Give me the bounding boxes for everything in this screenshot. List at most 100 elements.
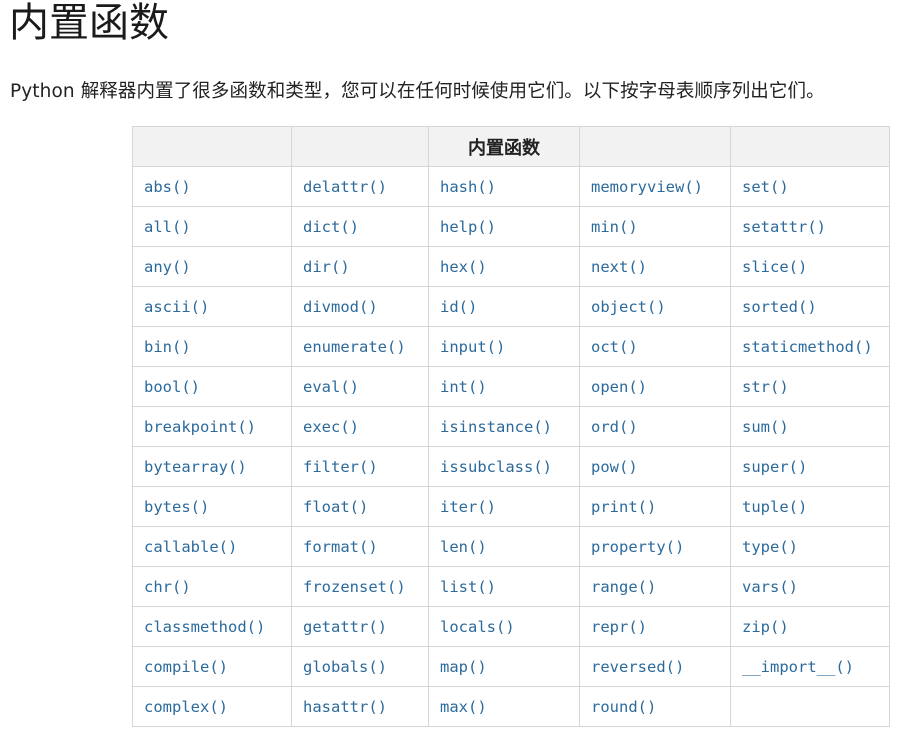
function-link-frozenset[interactable]: frozenset() — [303, 578, 406, 596]
function-link-map[interactable]: map() — [440, 658, 487, 676]
table-cell: float() — [291, 486, 429, 527]
table-cell: reversed() — [579, 646, 731, 687]
table-cell: repr() — [579, 606, 731, 647]
table-cell: breakpoint() — [132, 406, 292, 447]
function-link-abs[interactable]: abs() — [144, 178, 191, 196]
function-link-setattr[interactable]: setattr() — [742, 218, 826, 236]
table-row: all() dict() help() min() setattr() — [132, 206, 890, 247]
function-link-min[interactable]: min() — [591, 218, 638, 236]
function-link-pow[interactable]: pow() — [591, 458, 638, 476]
function-link-iter[interactable]: iter() — [440, 498, 496, 516]
table-cell: super() — [730, 446, 890, 487]
function-link-staticmethod[interactable]: staticmethod() — [742, 338, 873, 356]
function-link-all[interactable]: all() — [144, 218, 191, 236]
function-link-classmethod[interactable]: classmethod() — [144, 618, 265, 636]
function-link-memoryview[interactable]: memoryview() — [591, 178, 703, 196]
function-link-exec[interactable]: exec() — [303, 418, 359, 436]
function-link-bytes[interactable]: bytes() — [144, 498, 209, 516]
function-link-input[interactable]: input() — [440, 338, 505, 356]
function-link-str[interactable]: str() — [742, 378, 789, 396]
function-link-help[interactable]: help() — [440, 218, 496, 236]
table-cell: print() — [579, 486, 731, 527]
table-cell: classmethod() — [132, 606, 292, 647]
function-link-locals[interactable]: locals() — [440, 618, 515, 636]
function-link-complex[interactable]: complex() — [144, 698, 228, 716]
function-link-chr[interactable]: chr() — [144, 578, 191, 596]
function-link-vars[interactable]: vars() — [742, 578, 798, 596]
table-cell: sum() — [730, 406, 890, 447]
function-link-any[interactable]: any() — [144, 258, 191, 276]
function-link-hash[interactable]: hash() — [440, 178, 496, 196]
table-cell: memoryview() — [579, 166, 731, 207]
function-link-getattr[interactable]: getattr() — [303, 618, 387, 636]
function-link-format[interactable]: format() — [303, 538, 378, 556]
table-cell: bytearray() — [132, 446, 292, 487]
function-link-len[interactable]: len() — [440, 538, 487, 556]
function-link-breakpoint[interactable]: breakpoint() — [144, 418, 256, 436]
function-link-isinstance[interactable]: isinstance() — [440, 418, 552, 436]
function-link-sum[interactable]: sum() — [742, 418, 789, 436]
function-link-eval[interactable]: eval() — [303, 378, 359, 396]
function-link-enumerate[interactable]: enumerate() — [303, 338, 406, 356]
table-cell: hex() — [428, 246, 580, 287]
table-cell: dir() — [291, 246, 429, 287]
function-link-ord[interactable]: ord() — [591, 418, 638, 436]
function-link-float[interactable]: float() — [303, 498, 368, 516]
table-cell: bool() — [132, 366, 292, 407]
function-link-object[interactable]: object() — [591, 298, 666, 316]
function-link-bytearray[interactable]: bytearray() — [144, 458, 247, 476]
function-link-bin[interactable]: bin() — [144, 338, 191, 356]
function-link-import[interactable]: __import__() — [742, 658, 854, 676]
table-cell: filter() — [291, 446, 429, 487]
table-cell: staticmethod() — [730, 326, 890, 367]
function-link-compile[interactable]: compile() — [144, 658, 228, 676]
function-link-divmod[interactable]: divmod() — [303, 298, 378, 316]
function-link-super[interactable]: super() — [742, 458, 807, 476]
function-link-int[interactable]: int() — [440, 378, 487, 396]
table-row: complex() hasattr() max() round() — [132, 686, 890, 727]
table-cell: setattr() — [730, 206, 890, 247]
function-link-filter[interactable]: filter() — [303, 458, 378, 476]
function-link-hasattr[interactable]: hasattr() — [303, 698, 387, 716]
function-link-tuple[interactable]: tuple() — [742, 498, 807, 516]
function-link-next[interactable]: next() — [591, 258, 647, 276]
function-link-range[interactable]: range() — [591, 578, 656, 596]
table-cell: int() — [428, 366, 580, 407]
function-link-property[interactable]: property() — [591, 538, 684, 556]
table-cell: sorted() — [730, 286, 890, 327]
function-link-hex[interactable]: hex() — [440, 258, 487, 276]
function-link-zip[interactable]: zip() — [742, 618, 789, 636]
function-link-slice[interactable]: slice() — [742, 258, 807, 276]
function-link-ascii[interactable]: ascii() — [144, 298, 209, 316]
table-row: bin() enumerate() input() oct() staticmethod… — [132, 326, 890, 367]
table-header-cell — [291, 126, 429, 167]
function-link-dir[interactable]: dir() — [303, 258, 350, 276]
function-link-id[interactable]: id() — [440, 298, 477, 316]
function-link-open[interactable]: open() — [591, 378, 647, 396]
function-link-max[interactable]: max() — [440, 698, 487, 716]
function-link-globals[interactable]: globals() — [303, 658, 387, 676]
table-cell: next() — [579, 246, 731, 287]
table-cell: slice() — [730, 246, 890, 287]
table-cell: len() — [428, 526, 580, 567]
table-cell: property() — [579, 526, 731, 567]
function-link-round[interactable]: round() — [591, 698, 656, 716]
table-row: bytearray() filter() issubclass() pow() supe… — [132, 446, 890, 487]
function-link-set[interactable]: set() — [742, 178, 789, 196]
function-link-print[interactable]: print() — [591, 498, 656, 516]
function-link-callable[interactable]: callable() — [144, 538, 237, 556]
table-cell: frozenset() — [291, 566, 429, 607]
function-link-oct[interactable]: oct() — [591, 338, 638, 356]
function-link-repr[interactable]: repr() — [591, 618, 647, 636]
table-cell: hash() — [428, 166, 580, 207]
function-link-delattr[interactable]: delattr() — [303, 178, 387, 196]
function-link-sorted[interactable]: sorted() — [742, 298, 817, 316]
function-link-reversed[interactable]: reversed() — [591, 658, 684, 676]
intro-paragraph: Python 解释器内置了很多函数和类型，您可以在任何时候使用它们。以下按字母表… — [10, 81, 825, 102]
function-link-issubclass[interactable]: issubclass() — [440, 458, 552, 476]
function-link-bool[interactable]: bool() — [144, 378, 200, 396]
function-link-list[interactable]: list() — [440, 578, 496, 596]
function-link-dict[interactable]: dict() — [303, 218, 359, 236]
table-cell: exec() — [291, 406, 429, 447]
function-link-type[interactable]: type() — [742, 538, 798, 556]
